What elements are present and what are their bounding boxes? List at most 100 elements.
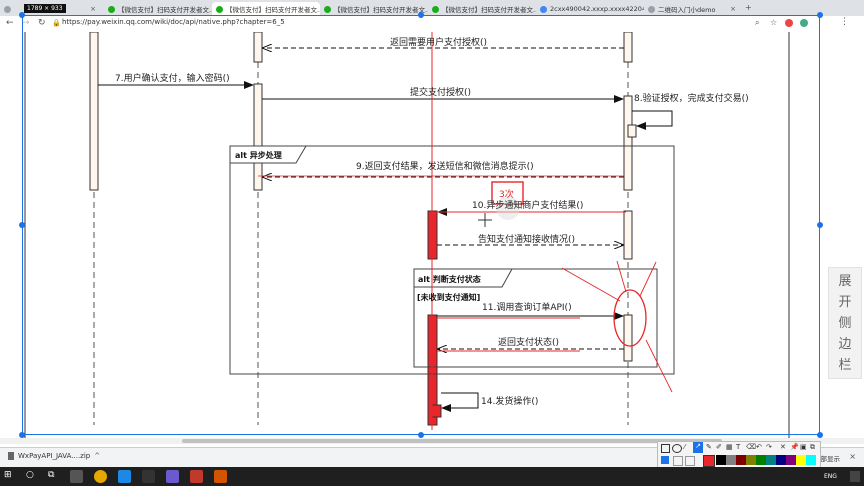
msg9-label: 9.返回支付结果，发送短信和微信消息提示() <box>356 160 534 172</box>
resize-handle[interactable] <box>19 222 25 228</box>
close-icon[interactable]: × <box>90 5 96 13</box>
taskbar-app-icon[interactable] <box>190 470 203 483</box>
browser-tab[interactable]: 二维码入门小demo × <box>644 2 740 16</box>
line-tool-icon[interactable]: ⁄ <box>684 443 685 451</box>
ellipse-tool-icon[interactable] <box>672 444 682 453</box>
resize-handle[interactable] <box>19 432 25 438</box>
msg10-label: 10.异步通知商户支付结果() <box>472 199 583 211</box>
resize-handle[interactable] <box>418 12 424 18</box>
browser-tab[interactable]: 【微信支付】扫码支付开发者文...× <box>428 2 536 16</box>
address-bar[interactable]: https://pay.weixin.qq.com/wiki/doc/api/n… <box>62 18 285 26</box>
current-color-swatch[interactable] <box>703 455 715 467</box>
browser-tab[interactable]: 2cxx490042.xxxp.xxxx42204/...× <box>536 2 644 16</box>
browser-tab-strip: × 【微信支付】扫码支付开发者文...× 【微信支付】扫码支付开发者文...× … <box>0 0 864 16</box>
download-filename: WxPayAPI_JAVA....zip <box>18 452 91 460</box>
task-view-icon[interactable]: ⧉ <box>48 470 61 483</box>
language-indicator[interactable]: ENG <box>824 473 837 480</box>
zip-file-icon <box>8 452 14 460</box>
tab-label: 【微信支付】扫码支付开发者文... <box>226 6 320 14</box>
taskbar-app-icon[interactable] <box>118 470 131 483</box>
close-icon[interactable]: × <box>849 452 856 461</box>
msg-return-auth-label: 返回需要用户支付授权() <box>390 36 487 48</box>
text-tool-icon[interactable]: T <box>736 443 740 451</box>
resize-handle[interactable] <box>817 12 823 18</box>
msg-submit-auth-label: 提交支付授权() <box>410 86 471 98</box>
search-icon[interactable]: ⌕ <box>755 18 759 28</box>
msg7-label: 7.用户确认支付，输入密码() <box>115 72 230 84</box>
chevron-up-icon[interactable]: ^ <box>94 452 100 460</box>
taskbar-app-icon[interactable] <box>214 470 227 483</box>
taskbar-app-icon[interactable] <box>142 470 155 483</box>
pen-tool-icon[interactable]: ✎ <box>706 443 712 451</box>
color-palette[interactable] <box>716 455 816 465</box>
marker-tool-icon[interactable]: ✐ <box>716 443 722 451</box>
forward-icon[interactable]: → <box>22 18 30 28</box>
wechat-pay-icon <box>432 5 439 13</box>
browser-tab[interactable]: 【微信支付】扫码支付开发者文...× <box>104 2 212 16</box>
browser-tab[interactable]: 【微信支付】扫码支付开发者文...× <box>212 2 320 16</box>
msg-notify-status-label: 告知支付通知接收情况() <box>478 233 575 245</box>
tab-label: 二维码入门小demo <box>658 6 716 14</box>
page-icon <box>648 5 655 13</box>
annotation-count: 3次 <box>499 188 514 200</box>
arrow-style-icon[interactable] <box>673 456 683 466</box>
msg14-label: 14.发货操作() <box>481 395 538 407</box>
chrome-icon[interactable] <box>94 470 107 483</box>
alt-check-status-label: alt 判断支付状态 <box>418 274 481 284</box>
browser-toolbar: ← → ↻ 🔒 https://pay.weixin.qq.com/wiki/d… <box>0 16 864 33</box>
side-tab-char: 栏 <box>838 357 852 373</box>
notification-icon[interactable] <box>850 471 860 482</box>
browser-tab[interactable]: 【微信支付】扫码支付开发者文...× <box>320 2 428 16</box>
new-tab-icon[interactable]: + <box>745 3 752 12</box>
rectangle-tool-icon[interactable] <box>661 444 670 453</box>
download-item[interactable]: WxPayAPI_JAVA....zip ^ <box>8 452 100 460</box>
page-icon <box>540 5 547 13</box>
tab-label: 【微信支付】扫码支付开发者文... <box>334 6 428 14</box>
wechat-pay-icon <box>108 5 115 13</box>
undo-icon[interactable]: ↶ <box>756 443 762 451</box>
snip-dimensions: 1789 × 933 <box>24 4 66 13</box>
resize-handle[interactable] <box>817 222 823 228</box>
side-tab-char: 开 <box>838 294 852 310</box>
guard-label: [未收到支付通知] <box>417 292 480 302</box>
close-icon[interactable]: ✕ <box>780 443 786 451</box>
side-tab-char: 侧 <box>838 315 852 331</box>
pin-icon[interactable]: 📌 <box>790 443 799 451</box>
arrow-style-icon[interactable] <box>685 456 695 466</box>
scrollbar-thumb[interactable] <box>182 439 722 443</box>
taskbar-app-icon[interactable] <box>70 470 83 483</box>
arrow-style-icon[interactable] <box>661 456 669 464</box>
tab-label: 【微信支付】扫码支付开发者文... <box>442 6 536 14</box>
tab-label: 【微信支付】扫码支付开发者文... <box>118 6 212 14</box>
search-icon[interactable]: ○ <box>26 470 39 483</box>
msg-return-status-label: 返回支付状态() <box>498 336 559 348</box>
star-icon[interactable]: ☆ <box>770 18 777 27</box>
extension-icon[interactable] <box>785 19 793 27</box>
side-tab-char: 边 <box>838 336 852 352</box>
copy-icon[interactable]: ⧉ <box>810 443 815 452</box>
extension-icon[interactable] <box>800 19 808 27</box>
expand-sidebar-tab[interactable]: 展 开 侧 边 栏 <box>828 267 862 379</box>
menu-icon[interactable]: ⋮ <box>840 17 849 27</box>
wechat-pay-icon <box>216 5 223 13</box>
snip-annotation-toolbar: ⁄ ↗ ✎ ✐ ▦ T ⌫ ↶ ↷ ✕ 📌 ▣ ⧉ <box>657 441 821 469</box>
taskbar-app-icon[interactable] <box>166 470 179 483</box>
arrow-tool-icon[interactable]: ↗ <box>693 442 703 453</box>
tab-favicon <box>4 5 11 13</box>
mosaic-tool-icon[interactable]: ▦ <box>726 443 733 451</box>
eraser-icon[interactable]: ⌫ <box>746 443 756 451</box>
resize-handle[interactable] <box>418 432 424 438</box>
page-content: 返回需要用户支付授权() 7.用户确认支付，输入密码() 提交支付授权() 8.… <box>0 32 864 452</box>
close-icon[interactable]: × <box>730 5 736 13</box>
windows-start-icon[interactable]: ⊞ <box>4 470 17 483</box>
msg11-label: 11.调用查询订单API() <box>482 301 572 313</box>
resize-handle[interactable] <box>817 432 823 438</box>
save-icon[interactable]: ▣ <box>800 443 807 451</box>
back-icon[interactable]: ← <box>6 18 14 28</box>
redo-icon[interactable]: ↷ <box>766 443 772 451</box>
sequence-diagram: 返回需要用户支付授权() 7.用户确认支付，输入密码() 提交支付授权() 8.… <box>24 32 790 440</box>
lock-icon[interactable]: 🔒 <box>52 19 61 27</box>
windows-taskbar: ⊞ ○ ⧉ ENG <box>0 467 864 486</box>
side-tab-char: 展 <box>838 273 852 289</box>
reload-icon[interactable]: ↻ <box>38 18 46 28</box>
